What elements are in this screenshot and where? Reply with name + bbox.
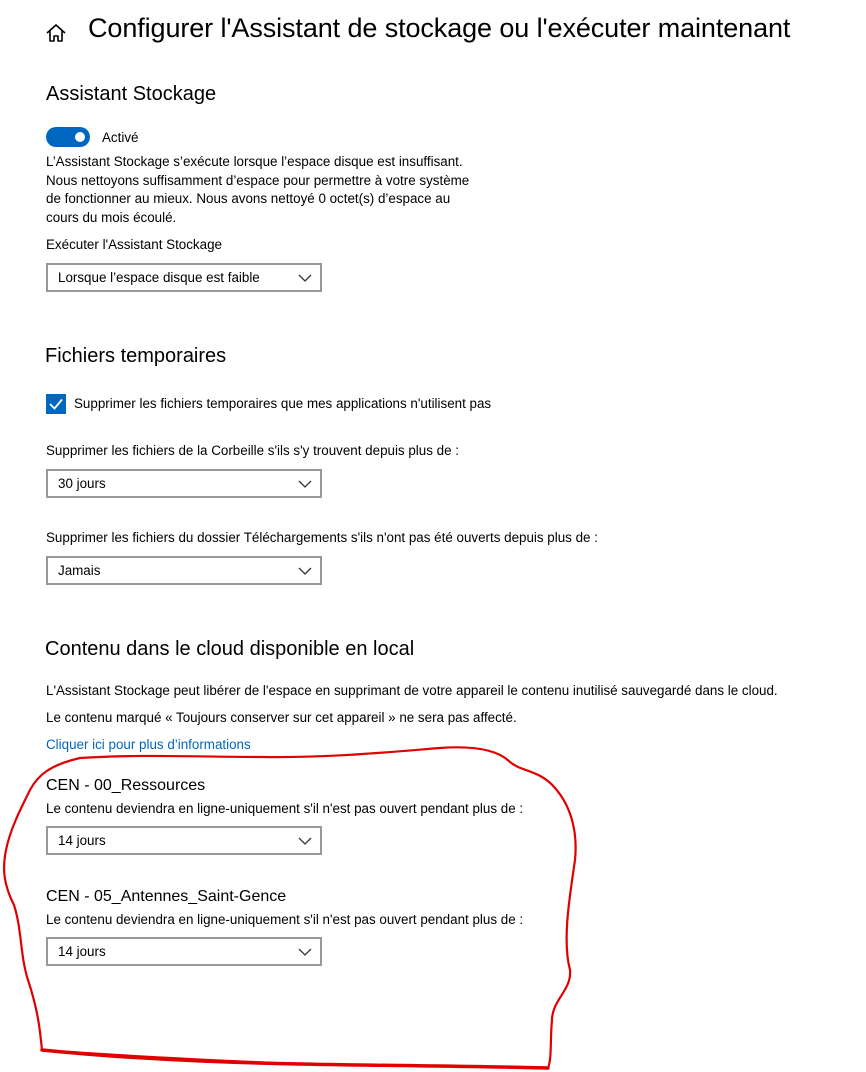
chevron-down-icon [298,948,312,956]
dropdown-value: 14 jours [58,944,106,959]
cloud-content-heading: Contenu dans le cloud disponible en loca… [45,638,415,660]
run-storage-sense-label: Exécuter l'Assistant Stockage [46,237,222,252]
cloud-account-name: CEN - 05_Antennes_Saint-Gence [46,888,287,905]
toggle-label: Activé [102,130,139,145]
dropdown-value: 30 jours [58,476,106,491]
dropdown-value: Lorsque l’espace disque est faible [58,270,260,285]
checkmark-icon [49,398,63,410]
cloud-description-1: L'Assistant Stockage peut libérer de l'e… [46,683,778,698]
chevron-down-icon [298,274,312,282]
delete-temp-files-checkbox[interactable] [46,394,66,414]
online-only-label: Le contenu deviendra en ligne-uniquement… [46,912,524,927]
storage-sense-description: L’Assistant Stockage s’exécute lorsque l… [46,154,470,225]
temp-files-heading: Fichiers temporaires [45,345,227,367]
chevron-down-icon [298,567,312,575]
storage-sense-toggle[interactable] [46,127,90,147]
recycle-bin-label: Supprimer les fichiers de la Corbeille s… [46,443,459,458]
run-storage-sense-dropdown[interactable]: Lorsque l’espace disque est faible [46,263,322,292]
recycle-bin-dropdown[interactable]: 30 jours [46,469,322,498]
online-only-label: Le contenu deviendra en ligne-uniquement… [46,801,524,816]
downloads-label: Supprimer les fichiers du dossier Téléch… [46,530,598,545]
storage-sense-heading: Assistant Stockage [46,83,217,105]
chevron-down-icon [298,480,312,488]
online-only-dropdown[interactable]: 14 jours [46,826,322,855]
online-only-dropdown[interactable]: 14 jours [46,937,322,966]
home-icon[interactable] [44,21,68,45]
dropdown-value: 14 jours [58,833,106,848]
cloud-account-name: CEN - 00_Ressources [46,777,206,794]
chevron-down-icon [298,837,312,845]
cloud-description-2: Le contenu marqué « Toujours conserver s… [46,710,517,725]
downloads-dropdown[interactable]: Jamais [46,556,322,585]
delete-temp-files-label: Supprimer les fichiers temporaires que m… [74,396,492,411]
dropdown-value: Jamais [58,563,101,578]
more-info-link[interactable]: Cliquer ici pour plus d’informations [46,737,251,752]
page-title: Configurer l'Assistant de stockage ou l'… [88,13,791,43]
